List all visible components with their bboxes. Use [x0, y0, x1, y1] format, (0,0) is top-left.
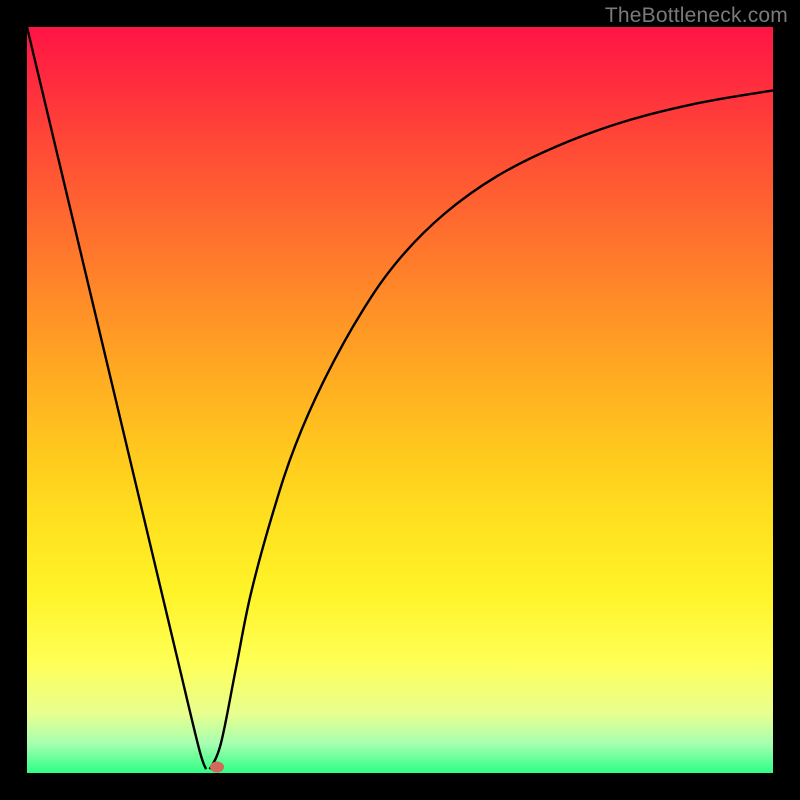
- curve-right-branch: [210, 90, 773, 769]
- chart-frame: TheBottleneck.com: [0, 0, 800, 800]
- bottleneck-curve: [27, 27, 773, 773]
- watermark-text: TheBottleneck.com: [605, 4, 788, 28]
- optimal-marker: [210, 762, 224, 773]
- chart-plot-area: [27, 27, 773, 773]
- curve-left-branch: [27, 27, 206, 769]
